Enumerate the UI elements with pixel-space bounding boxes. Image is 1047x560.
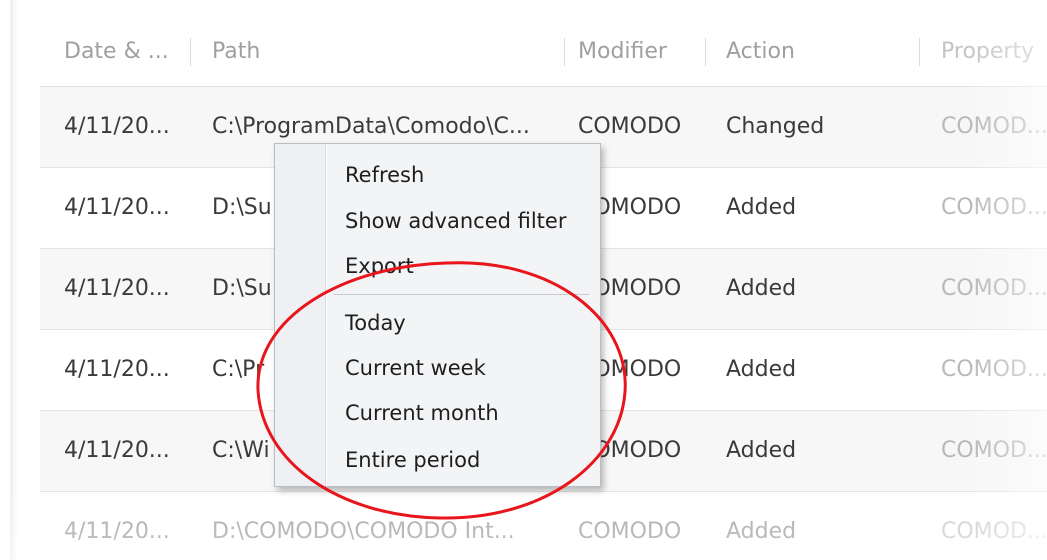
cell-property: COMOD... <box>941 438 1047 463</box>
column-divider[interactable] <box>919 38 920 66</box>
menu-item-current-week[interactable]: Current week <box>345 353 486 383</box>
column-header-action[interactable]: Action <box>726 18 906 86</box>
cell-action: Changed <box>726 114 825 139</box>
menu-item-entire-period[interactable]: Entire period <box>345 445 480 475</box>
menu-item-today[interactable]: Today <box>345 308 406 338</box>
cell-date: 4/11/20... <box>64 438 170 463</box>
cell-property: COMOD... <box>941 357 1047 382</box>
window-edge <box>0 0 20 560</box>
menu-separator <box>333 294 589 295</box>
cell-property: COMOD... <box>941 276 1047 301</box>
cell-date: 4/11/20... <box>64 357 170 382</box>
cell-modifier: COMODO <box>578 519 682 544</box>
table-header: Date & ... Path Modifier Action Property <box>40 18 1047 87</box>
column-divider[interactable] <box>705 38 706 66</box>
window: Date & ... Path Modifier Action Property… <box>0 0 1047 560</box>
column-header-path[interactable]: Path <box>212 18 552 86</box>
table-row[interactable]: 4/11/20... D:\COMODO\COMODO Int... COMOD… <box>40 492 1047 560</box>
column-divider[interactable] <box>190 38 191 66</box>
menu-item-show-advanced-filter[interactable]: Show advanced filter <box>345 206 566 236</box>
cell-date: 4/11/20... <box>64 114 170 139</box>
column-header-modifier[interactable]: Modifier <box>578 18 708 86</box>
menu-icon-gutter <box>275 144 327 486</box>
cell-property: COMOD... <box>941 519 1047 544</box>
menu-item-export[interactable]: Export <box>345 251 414 281</box>
cell-property: COMOD... <box>941 114 1047 139</box>
column-header-date[interactable]: Date & ... <box>64 18 184 86</box>
menu-item-refresh[interactable]: Refresh <box>345 160 424 190</box>
context-menu: Refresh Show advanced filter Export Toda… <box>274 143 601 487</box>
cell-date: 4/11/20... <box>64 519 170 544</box>
column-header-property[interactable]: Property <box>941 18 1047 86</box>
cell-action: Added <box>726 357 797 382</box>
cell-date: 4/11/20... <box>64 276 170 301</box>
cell-property: COMOD... <box>941 195 1047 220</box>
cell-path: D:\COMODO\COMODO Int... <box>212 519 515 544</box>
cell-date: 4/11/20... <box>64 195 170 220</box>
menu-item-current-month[interactable]: Current month <box>345 398 499 428</box>
cell-action: Added <box>726 438 797 463</box>
cell-action: Added <box>726 519 797 544</box>
cell-action: Added <box>726 276 797 301</box>
column-divider[interactable] <box>564 38 565 66</box>
cell-action: Added <box>726 195 797 220</box>
